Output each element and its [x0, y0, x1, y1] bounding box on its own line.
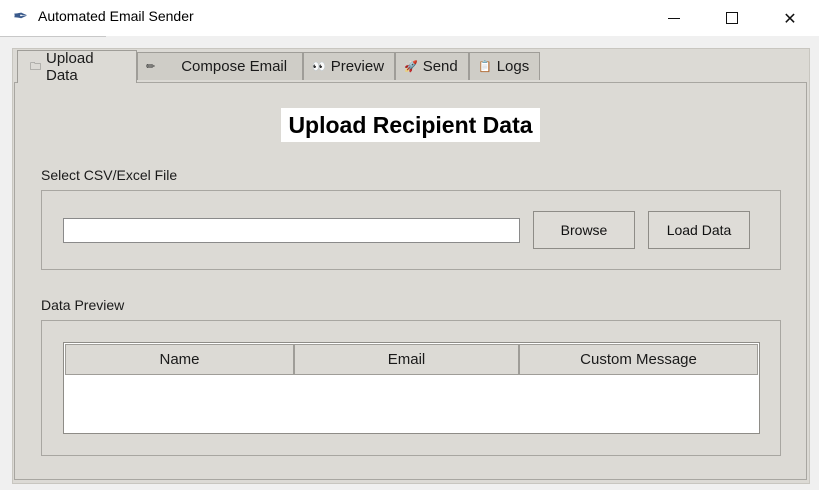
minimize-button[interactable] [645, 0, 703, 36]
tab-logs[interactable]: 📋 Logs [469, 52, 540, 80]
feather-icon: ✒ [13, 6, 29, 27]
pencil-icon: ✏ [146, 61, 156, 73]
tab-compose-email[interactable]: ✏ Compose Email [137, 52, 303, 80]
file-path-input[interactable] [63, 218, 520, 243]
tab-label: Compose Email [181, 58, 288, 75]
load-data-button[interactable]: Load Data [648, 211, 750, 249]
file-section-label: Select CSV/Excel File [41, 167, 178, 183]
minimize-icon [668, 17, 680, 19]
folder-icon: 🗀 [30, 60, 41, 73]
clipboard-icon: 📋 [478, 61, 492, 73]
tab-label: Logs [496, 58, 530, 75]
rocket-icon: 🚀 [404, 61, 418, 73]
maximize-icon [726, 12, 738, 24]
column-header-name[interactable]: Name [65, 344, 294, 375]
maximize-button[interactable] [703, 0, 761, 36]
close-button[interactable]: ✕ [761, 0, 819, 36]
data-preview-table[interactable]: Name Email Custom Message [63, 342, 760, 434]
divider [0, 36, 106, 37]
tab-label: Upload Data [46, 50, 94, 84]
eyes-icon: 👀 [312, 61, 326, 73]
tab-label: Send [422, 58, 458, 75]
preview-section-label: Data Preview [41, 297, 125, 313]
column-header-email[interactable]: Email [294, 344, 519, 375]
browse-button[interactable]: Browse [533, 211, 635, 249]
tab-label: Preview [330, 58, 385, 75]
close-icon: ✕ [783, 8, 797, 28]
window-title: Automated Email Sender [38, 8, 194, 24]
page-title: Upload Recipient Data [281, 108, 540, 142]
tab-preview[interactable]: 👀 Preview [303, 52, 395, 80]
tab-upload-data[interactable]: 🗀 Upload Data [17, 50, 137, 84]
column-header-custom-message[interactable]: Custom Message [519, 344, 758, 375]
title-bar: ✒ Automated Email Sender ✕ [0, 0, 819, 36]
tab-send[interactable]: 🚀 Send [395, 52, 469, 80]
